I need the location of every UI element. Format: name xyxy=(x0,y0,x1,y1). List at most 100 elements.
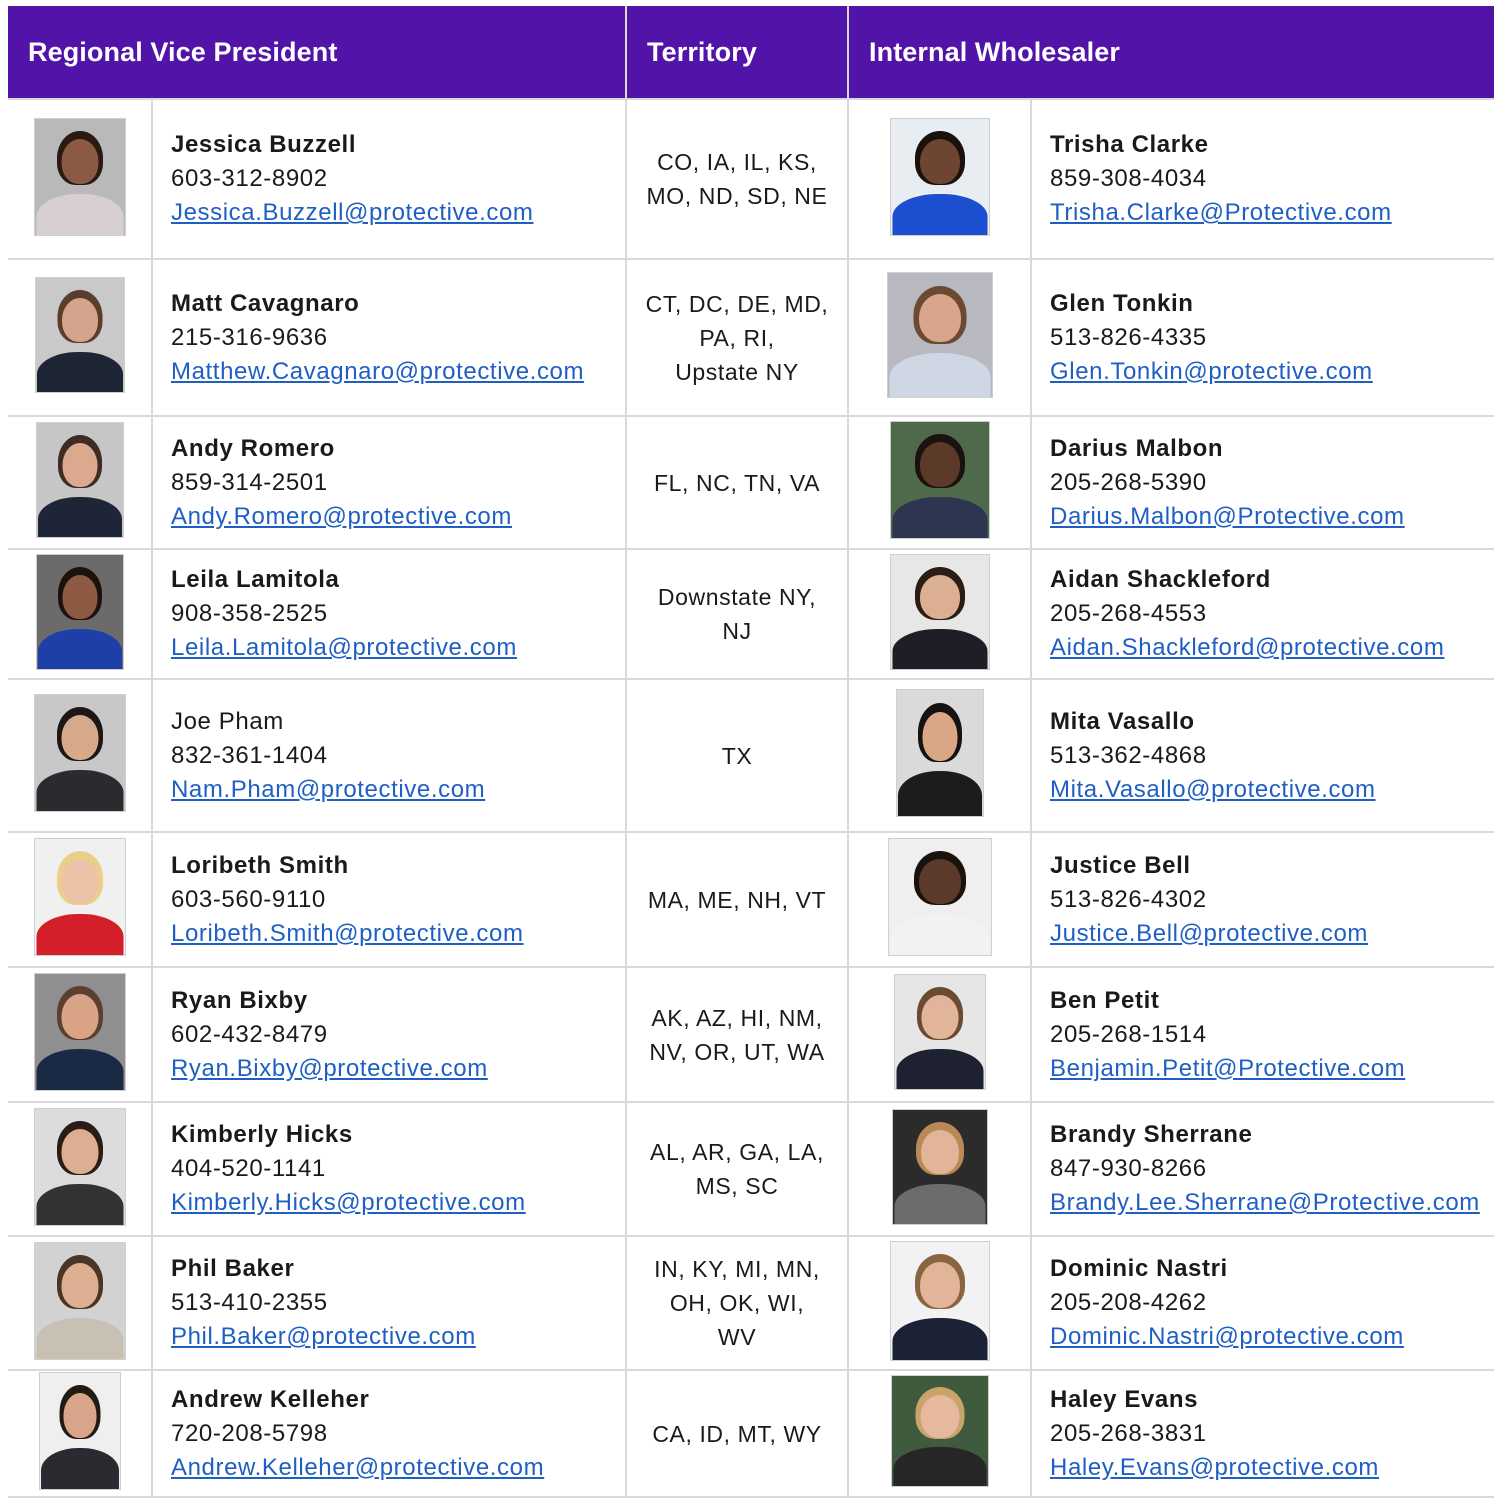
table-row: Loribeth Smith 603-560-9110 Loribeth.Smith… xyxy=(8,831,1495,968)
rvp-photo xyxy=(35,422,124,538)
territory-line: AK, AZ, HI, NM, xyxy=(651,1004,823,1031)
iw-photo xyxy=(890,1375,989,1487)
rvp-email-link[interactable]: Matthew.Cavagnaro@protective.com xyxy=(171,355,625,389)
iw-photo xyxy=(887,838,992,956)
rvp-name: Matt Cavagnaro xyxy=(171,289,360,317)
rvp-phone: 215-316-9636 xyxy=(171,323,328,351)
iw-phone: 847-930-8266 xyxy=(1050,1155,1207,1182)
table-row: Jessica Buzzell 603-312-8902 Jessica.Buzze… xyxy=(8,98,1495,260)
rvp-phone: 404-520-1141 xyxy=(171,1155,326,1182)
territory-line: OH, OK, WI, xyxy=(669,1290,805,1316)
iw-phone: 205-268-4553 xyxy=(1050,600,1207,627)
territory-line: CO, IA, IL, KS, xyxy=(657,149,817,175)
territory-line: IN, KY, MI, MN, xyxy=(654,1256,820,1282)
territory-line: CA, ID, MT, WY xyxy=(652,1420,822,1447)
iw-email-link[interactable]: Benjamin.Petit@Protective.com xyxy=(1050,1052,1494,1086)
territory-line: PA, RI, xyxy=(699,324,775,351)
rvp-email-link[interactable]: Ryan.Bixby@protective.com xyxy=(171,1052,625,1086)
iw-photo-cell xyxy=(847,1101,1033,1237)
iw-contact: Aidan Shackleford 205-268-4553 Aidan.Shack… xyxy=(1030,548,1495,680)
territory-line: Downstate NY, xyxy=(657,584,817,610)
territory-cell: FL, NC, TN, VA xyxy=(625,415,850,550)
rvp-phone: 513-410-2355 xyxy=(171,1289,328,1316)
territory-line: CT, DC, DE, MD, xyxy=(645,290,829,317)
rvp-name: Leila Lamitola xyxy=(171,566,340,593)
page: Regional Vice President Territory Intern… xyxy=(0,0,1496,1498)
rvp-photo xyxy=(33,1241,126,1360)
rvp-email-link[interactable]: Phil.Baker@protective.com xyxy=(171,1320,625,1354)
iw-photo-cell xyxy=(847,415,1033,550)
rvp-name: Loribeth Smith xyxy=(171,851,349,879)
rvp-photo-cell xyxy=(8,548,153,680)
rvp-contact: Andrew Kelleher 720-208-5798 Andrew.Kelleh… xyxy=(150,1369,628,1498)
contact-directory-table: Regional Vice President Territory Intern… xyxy=(8,6,1495,1498)
iw-phone: 859-308-4034 xyxy=(1050,165,1207,192)
rvp-contact: Matt Cavagnaro 215-316-9636 Matthew.Cavagn… xyxy=(150,258,628,417)
iw-contact: Justice Bell 513-826-4302 Justice.Bell@pro… xyxy=(1030,831,1495,968)
iw-contact: Darius Malbon 205-268-5390 Darius.Malbon@P… xyxy=(1030,415,1495,550)
iw-contact: Haley Evans 205-268-3831 Haley.Evans@prote… xyxy=(1030,1369,1495,1498)
table-row: Ryan Bixby 602-432-8479 Ryan.Bixby@protect… xyxy=(8,966,1495,1103)
rvp-name: Phil Baker xyxy=(171,1255,295,1282)
rvp-email-link[interactable]: Leila.Lamitola@protective.com xyxy=(171,631,625,665)
territory-cell: CA, ID, MT, WY xyxy=(625,1369,850,1498)
iw-email-link[interactable]: Darius.Malbon@Protective.com xyxy=(1050,500,1494,534)
table-row: Andrew Kelleher 720-208-5798 Andrew.Kelleh… xyxy=(8,1369,1495,1498)
iw-email-link[interactable]: Aidan.Shackleford@protective.com xyxy=(1050,631,1494,665)
rvp-photo xyxy=(35,553,124,670)
rvp-name: Kimberly Hicks xyxy=(171,1121,353,1148)
rvp-email-link[interactable]: Kimberly.Hicks@protective.com xyxy=(171,1186,625,1220)
territory-line: Upstate NY xyxy=(675,358,799,385)
iw-phone: 513-826-4302 xyxy=(1050,885,1207,913)
table-row: Phil Baker 513-410-2355 Phil.Baker@protect… xyxy=(8,1235,1495,1371)
rvp-contact: Loribeth Smith 603-560-9110 Loribeth.Smith… xyxy=(150,831,628,968)
territory-cell: AK, AZ, HI, NM, NV, OR, UT, WA xyxy=(625,966,850,1103)
table-row: Leila Lamitola 908-358-2525 Leila.Lamitola… xyxy=(8,548,1495,680)
rvp-email-link[interactable]: Nam.Pham@protective.com xyxy=(171,773,625,807)
rvp-contact: Phil Baker 513-410-2355 Phil.Baker@protect… xyxy=(150,1235,628,1371)
rvp-phone: 603-560-9110 xyxy=(171,885,326,913)
rvp-email-link[interactable]: Andy.Romero@protective.com xyxy=(171,500,625,534)
header-territory: Territory xyxy=(626,6,850,100)
rvp-photo xyxy=(33,838,126,956)
iw-email-link[interactable]: Haley.Evans@protective.com xyxy=(1050,1451,1494,1485)
iw-name: Brandy Sherrane xyxy=(1050,1121,1253,1148)
iw-email-link[interactable]: Mita.Vasallo@protective.com xyxy=(1050,773,1494,807)
table-row: Andy Romero 859-314-2501 Andy.Romero@prote… xyxy=(8,415,1495,550)
iw-photo-cell xyxy=(847,548,1033,680)
iw-photo xyxy=(886,272,993,398)
iw-contact: Dominic Nastri 205-208-4262 Dominic.Nastri… xyxy=(1030,1235,1495,1371)
territory-cell: Downstate NY, NJ xyxy=(625,548,850,680)
rvp-phone: 859-314-2501 xyxy=(171,468,328,496)
iw-name: Trisha Clarke xyxy=(1050,131,1209,158)
iw-email-link[interactable]: Glen.Tonkin@protective.com xyxy=(1050,355,1494,389)
iw-photo-cell xyxy=(847,98,1033,260)
iw-name: Ben Petit xyxy=(1050,986,1160,1014)
rvp-photo xyxy=(33,973,126,1091)
rvp-phone: 720-208-5798 xyxy=(171,1419,328,1447)
table-row: Kimberly Hicks 404-520-1141 Kimberly.Hicks… xyxy=(8,1101,1495,1237)
iw-contact: Mita Vasallo 513-362-4868 Mita.Vasallo@pro… xyxy=(1030,678,1495,833)
iw-email-link[interactable]: Justice.Bell@protective.com xyxy=(1050,917,1494,951)
rvp-name: Jessica Buzzell xyxy=(171,131,357,158)
iw-email-link[interactable]: Trisha.Clarke@Protective.com xyxy=(1050,196,1494,230)
iw-contact: Glen Tonkin 513-826-4335 Glen.Tonkin@prote… xyxy=(1030,258,1495,417)
rvp-contact: Leila Lamitola 908-358-2525 Leila.Lamitola… xyxy=(150,548,628,680)
iw-name: Justice Bell xyxy=(1050,851,1191,879)
rvp-email-link[interactable]: Jessica.Buzzell@protective.com xyxy=(171,196,625,230)
iw-email-link[interactable]: Dominic.Nastri@protective.com xyxy=(1050,1320,1494,1354)
rvp-phone: 832-361-1404 xyxy=(171,741,328,769)
iw-phone: 205-208-4262 xyxy=(1050,1289,1207,1316)
rvp-photo-cell xyxy=(8,831,153,968)
iw-contact: Ben Petit 205-268-1514 Benjamin.Petit@Prot… xyxy=(1030,966,1495,1103)
territory-line: FL, NC, TN, VA xyxy=(654,469,821,496)
iw-email-link[interactable]: Brandy.Lee.Sherrane@Protective.com xyxy=(1050,1186,1494,1220)
rvp-email-link[interactable]: Andrew.Kelleher@protective.com xyxy=(171,1451,625,1485)
rvp-photo-cell xyxy=(8,98,153,260)
iw-photo xyxy=(889,553,990,670)
territory-line: NJ xyxy=(722,618,752,644)
territory-line: NV, OR, UT, WA xyxy=(649,1038,825,1065)
territory-line: AL, AR, GA, LA, xyxy=(650,1139,824,1165)
rvp-email-link[interactable]: Loribeth.Smith@protective.com xyxy=(171,917,625,951)
iw-name: Darius Malbon xyxy=(1050,434,1224,462)
